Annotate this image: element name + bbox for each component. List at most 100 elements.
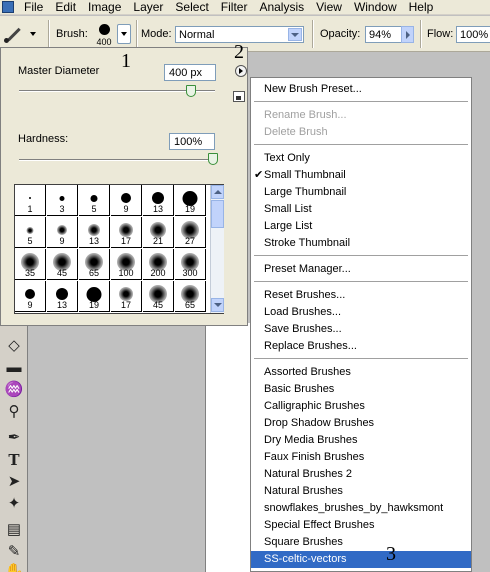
menu-item[interactable]: Assorted Brushes bbox=[251, 364, 471, 381]
menu-analysis[interactable]: Analysis bbox=[253, 0, 310, 15]
menu-item[interactable]: Square Brushes bbox=[251, 534, 471, 551]
brush-preset[interactable]: 45 bbox=[143, 281, 174, 312]
brush-preset[interactable]: 200 bbox=[143, 249, 174, 280]
menu-item[interactable]: Basic Brushes bbox=[251, 381, 471, 398]
menu-item[interactable]: Replace Brushes... bbox=[251, 338, 471, 355]
brush-picker-dropdown-button[interactable] bbox=[117, 24, 131, 44]
path-selection-tool-icon[interactable]: ➤ bbox=[3, 472, 25, 492]
menu-image[interactable]: Image bbox=[82, 0, 127, 15]
hand-tool-icon[interactable]: ✋ bbox=[3, 562, 25, 572]
brush-preset[interactable]: 1 bbox=[15, 185, 46, 216]
menu-item[interactable]: Save Brushes... bbox=[251, 321, 471, 338]
type-tool-icon[interactable]: T bbox=[3, 450, 25, 470]
hardness-slider-thumb[interactable] bbox=[208, 153, 218, 165]
new-brush-preset-icon[interactable] bbox=[233, 91, 245, 102]
brush-preset[interactable]: 5 bbox=[79, 185, 110, 216]
chevron-down-icon[interactable] bbox=[288, 28, 302, 41]
gradient-tool-icon[interactable]: ▬ bbox=[3, 358, 25, 378]
menu-item[interactable]: Dry Media Brushes bbox=[251, 432, 471, 449]
hardness-label: Hardness: bbox=[18, 133, 69, 145]
brush-preset[interactable]: 300 bbox=[175, 249, 206, 280]
menu-item[interactable]: New Brush Preset... bbox=[251, 81, 471, 98]
menu-select[interactable]: Select bbox=[169, 0, 214, 15]
menu-view[interactable]: View bbox=[310, 0, 348, 15]
separator bbox=[48, 20, 50, 48]
menu-item[interactable]: Reset Brushes... bbox=[251, 287, 471, 304]
opacity-slider-button[interactable] bbox=[401, 26, 414, 43]
brush-tip-icon bbox=[88, 224, 100, 236]
brush-preset[interactable]: 9 bbox=[111, 185, 142, 216]
eraser-tool-icon[interactable]: ◇ bbox=[3, 336, 25, 356]
hardness-input[interactable]: 100% bbox=[169, 133, 215, 150]
menu-item[interactable]: Preset Manager... bbox=[251, 261, 471, 278]
scroll-up-button[interactable] bbox=[211, 185, 224, 199]
chevron-down-icon bbox=[121, 32, 127, 36]
menu-item[interactable]: Special Effect Brushes bbox=[251, 517, 471, 534]
blur-tool-icon[interactable]: ♒ bbox=[3, 380, 25, 400]
menu-window[interactable]: Window bbox=[348, 0, 403, 15]
custom-shape-tool-icon[interactable]: ✦ bbox=[3, 494, 25, 514]
menu-item-label: Rename Brush... bbox=[264, 109, 347, 121]
menu-item[interactable]: Natural Brushes bbox=[251, 483, 471, 500]
brush-preset[interactable]: 9 bbox=[15, 281, 46, 312]
menu-item[interactable]: SS-celtic-vectors bbox=[251, 551, 471, 568]
menu-item[interactable]: Faux Finish Brushes bbox=[251, 449, 471, 466]
scroll-down-button[interactable] bbox=[211, 298, 224, 312]
menu-item[interactable]: ✔ Small Thumbnail bbox=[251, 167, 471, 184]
menu-item[interactable]: Small List bbox=[251, 201, 471, 218]
menu-item[interactable]: Large Thumbnail bbox=[251, 184, 471, 201]
eyedropper-tool-icon[interactable]: ✎ bbox=[3, 542, 25, 562]
menu-help[interactable]: Help bbox=[403, 0, 440, 15]
menu-item-label: Square Brushes bbox=[264, 536, 343, 548]
flow-input[interactable]: 100% bbox=[456, 26, 490, 43]
brush-preset[interactable]: 45 bbox=[47, 249, 78, 280]
menu-item[interactable]: snowflakes_brushes_by_hawksmont bbox=[251, 500, 471, 517]
menu-filter[interactable]: Filter bbox=[215, 0, 254, 15]
opacity-input[interactable]: 94% bbox=[365, 26, 402, 43]
master-diameter-slider-thumb[interactable] bbox=[186, 85, 197, 97]
menu-edit[interactable]: Edit bbox=[49, 0, 82, 15]
menu-item-label: Assorted Brushes bbox=[264, 366, 351, 378]
menu-item[interactable]: Large List bbox=[251, 218, 471, 235]
menu-item[interactable]: Calligraphic Brushes bbox=[251, 398, 471, 415]
dodge-tool-icon[interactable]: ⚲ bbox=[3, 402, 25, 422]
menu-item[interactable]: Natural Brushes 2 bbox=[251, 466, 471, 483]
brush-preset[interactable]: 13 bbox=[47, 281, 78, 312]
master-diameter-input[interactable]: 400 px bbox=[164, 64, 216, 81]
brush-preset[interactable]: 13 bbox=[143, 185, 174, 216]
brush-preset[interactable]: 35 bbox=[15, 249, 46, 280]
pen-tool-icon[interactable]: ✒ bbox=[3, 428, 25, 448]
photoshop-app-icon[interactable] bbox=[2, 1, 14, 13]
brush-preset[interactable]: 9 bbox=[47, 217, 78, 248]
scroll-thumb[interactable] bbox=[211, 200, 224, 228]
brush-size-label: 3 bbox=[59, 204, 65, 214]
menu-item[interactable]: Text Only bbox=[251, 150, 471, 167]
brush-preset[interactable]: 65 bbox=[175, 281, 206, 312]
menu-item-label: Natural Brushes 2 bbox=[264, 468, 353, 480]
brush-preset[interactable]: 17 bbox=[111, 217, 142, 248]
menu-item[interactable]: Stroke Thumbnail bbox=[251, 235, 471, 252]
brush-preset[interactable]: 19 bbox=[79, 281, 110, 312]
brush-tip-icon bbox=[25, 289, 35, 299]
brush-preset[interactable]: 5 bbox=[15, 217, 46, 248]
menu-item-label: snowflakes_brushes_by_hawksmont bbox=[264, 502, 444, 514]
brush-preset[interactable]: 19 bbox=[175, 185, 206, 216]
brush-preset[interactable]: 13 bbox=[79, 217, 110, 248]
document-canvas[interactable] bbox=[205, 323, 255, 572]
panel-menu-button[interactable] bbox=[235, 65, 247, 77]
menu-file[interactable]: File bbox=[18, 0, 49, 15]
brush-preset[interactable]: 3 bbox=[47, 185, 78, 216]
brush-preset[interactable]: 17 bbox=[111, 281, 142, 312]
brush-preset[interactable]: 27 bbox=[175, 217, 206, 248]
menu-item[interactable]: Load Brushes... bbox=[251, 304, 471, 321]
brush-preset[interactable]: 21 bbox=[143, 217, 174, 248]
menu-layer[interactable]: Layer bbox=[127, 0, 169, 15]
brush-preset[interactable]: 65 bbox=[79, 249, 110, 280]
notes-tool-icon[interactable]: ▤ bbox=[3, 520, 25, 540]
brush-tip-icon bbox=[56, 288, 68, 300]
brush-list-scrollbar[interactable] bbox=[210, 185, 224, 313]
menu-item[interactable]: Drop Shadow Brushes bbox=[251, 415, 471, 432]
menu-separator bbox=[254, 358, 468, 360]
hardness-slider[interactable] bbox=[19, 159, 215, 161]
brush-preset[interactable]: 100 bbox=[111, 249, 142, 280]
